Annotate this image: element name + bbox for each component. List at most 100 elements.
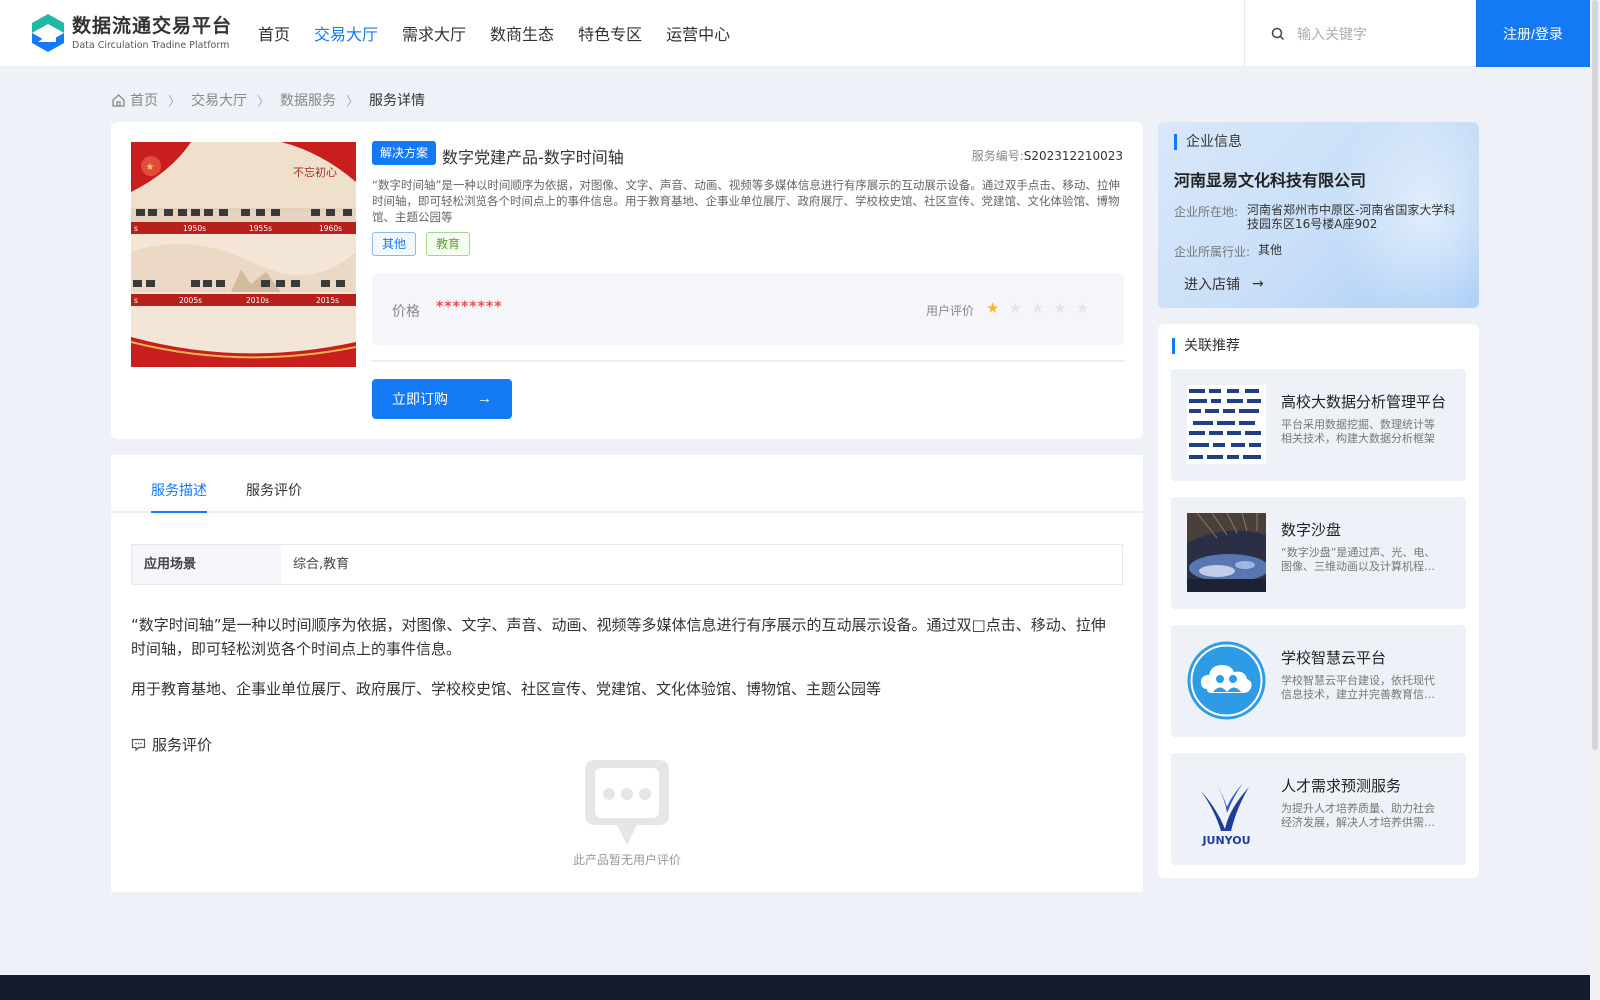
svg-text:s: s [134, 296, 138, 305]
recommend-item-name: 学校智慧云平台 [1281, 649, 1387, 667]
empty-comment-icon [585, 760, 669, 845]
detail-tabs: 服务描述 服务评价 [111, 455, 1143, 513]
brand-logo-icon [32, 14, 64, 52]
brand-name-en: Data Circulation Tradine Platform [72, 39, 230, 51]
brand-logo[interactable]: 数据流通交易平台 Data Circulation Tradine Platfo… [30, 14, 232, 52]
product-summary-card: ★ 不忘初心 s 1950s 1955s 1960s s 2005s 2010s… [111, 122, 1143, 439]
breadcrumb-home[interactable]: 首页 [130, 90, 158, 110]
recommend-item[interactable]: 学校智慧云平台 学校智慧云平台建设，依托现代信息技术，建立并完善教育信息化 [1171, 625, 1466, 737]
page-scrollbar[interactable] [1590, 0, 1600, 1000]
rating-stars: ★ ★ ★ ★ ★ [986, 299, 1089, 317]
enter-shop-label: 进入店铺 [1184, 277, 1240, 293]
service-detail-panel: 服务描述 服务评价 应用场景 综合,教育 “数字时间轴”是一种以时间顺序为依据，… [111, 455, 1143, 892]
svg-text:s: s [134, 224, 138, 233]
company-location-value: 河南省郑州市中原区-河南省国家大学科技园东区16号楼A座902 [1247, 203, 1456, 231]
recommend-item-desc: 为提升人才培养质量、助力社会经济发展，解决人才培养供需问题 [1281, 802, 1435, 829]
rating-label: 用户评价 [926, 304, 975, 318]
search-input[interactable] [1297, 25, 1467, 42]
price-value: ******** [436, 299, 503, 315]
recommend-item-name: 数字沙盘 [1281, 521, 1342, 539]
breadcrumb-data-service[interactable]: 数据服务 [280, 90, 336, 110]
company-location-label: 企业所在地: [1174, 205, 1239, 219]
company-section-title: 企业信息 [1174, 134, 1242, 150]
svg-text:2015s: 2015s [316, 296, 339, 305]
junyou-logo-text: JUNYOU [1201, 834, 1250, 847]
tag-education[interactable]: 教育 [426, 232, 471, 256]
breadcrumb: 首页 〉 交易大厅 〉 数据服务 〉 服务详情 [111, 90, 425, 110]
service-number-value: S202312210023 [1023, 149, 1123, 163]
description-paragraph-1: “数字时间轴”是一种以时间顺序为依据，对图像、文字、声音、动画、视频等多媒体信息… [131, 616, 1106, 658]
scene-label: 应用场景 [132, 545, 281, 584]
no-evaluation-text: 此产品暂无用户评价 [572, 853, 681, 867]
chevron-right-icon: 〉 [257, 94, 271, 110]
login-register-button[interactable]: 注册/登录 [1476, 0, 1590, 67]
svg-text:2010s: 2010s [246, 296, 269, 305]
arrow-right-icon: → [477, 390, 492, 407]
chevron-right-icon: 〉 [346, 94, 360, 110]
tab-service-description[interactable]: 服务描述 [151, 480, 207, 500]
nav-ecosystem[interactable]: 数商生态 [490, 0, 554, 67]
evaluation-heading-label: 服务评价 [152, 736, 213, 754]
solution-badge: 解决方案 [372, 141, 437, 165]
svg-text:★: ★ [146, 162, 155, 173]
description-paragraph-2: 用于教育基地、企事业单位展厅、政府展厅、学校校史馆、社区宣传、党建馆、文化体验馆… [131, 680, 882, 698]
nav-home[interactable]: 首页 [258, 0, 290, 67]
diagram-thumbnail-icon [1187, 385, 1266, 464]
nav-trading-hall[interactable]: 交易大厅 [314, 0, 378, 67]
main-nav: 首页 交易大厅 需求大厅 数商生态 特色专区 运营中心 [258, 0, 754, 67]
product-description: “数字时间轴”是一种以时间顺序为依据，对图像、文字、声音、动画、视频等多媒体信息… [372, 178, 1120, 224]
breadcrumb-trading-hall[interactable]: 交易大厅 [191, 90, 247, 110]
tag-other[interactable]: 其他 [372, 232, 417, 256]
recommend-item[interactable]: 数字沙盘 “数字沙盘”是通过声、光、电、图像、三维动画以及计算机程控技术 [1171, 497, 1466, 609]
recommend-item[interactable]: 高校大数据分析管理平台 平台采用数据挖掘、数理统计等相关技术，构建大数据分析框架 [1171, 369, 1466, 481]
recommend-section-title: 关联推荐 [1172, 338, 1240, 354]
application-scene-table: 应用场景 综合,教育 [131, 544, 1123, 585]
product-image: ★ 不忘初心 s 1950s 1955s 1960s s 2005s 2010s… [131, 142, 356, 367]
svg-text:1950s: 1950s [183, 224, 206, 233]
recommend-item-desc: 平台采用数据挖掘、数理统计等相关技术，构建大数据分析框架 [1281, 418, 1435, 445]
divider [372, 360, 1124, 362]
star-icon: ★ [1030, 299, 1045, 317]
related-recommendations: 关联推荐 高校大数据分析管理平台 平台采用数据挖掘、数理统计等相关技术，构建大数… [1158, 324, 1479, 878]
active-tab-indicator [151, 511, 207, 513]
top-header: 数据流通交易平台 Data Circulation Tradine Platfo… [0, 0, 1600, 67]
service-number-label: 服务编号: [971, 149, 1024, 163]
company-industry-value: 其他 [1258, 243, 1283, 257]
timeline-top: s 1950s 1955s 1960s [131, 208, 356, 234]
enter-shop-link[interactable]: 进入店铺 → [1184, 274, 1264, 294]
nav-operations[interactable]: 运营中心 [666, 0, 730, 67]
recommend-item-desc: “数字沙盘”是通过声、光、电、图像、三维动画以及计算机程控技术 [1281, 546, 1436, 573]
recommend-item-name: 人才需求预测服务 [1281, 777, 1402, 795]
company-name: 河南显易文化科技有限公司 [1174, 171, 1367, 190]
recommend-item[interactable]: JUNYOU 人才需求预测服务 为提升人才培养质量、助力社会经济发展，解决人才培… [1171, 753, 1466, 865]
junyou-logo-icon: JUNYOU [1187, 769, 1266, 848]
nav-featured-zone[interactable]: 特色专区 [578, 0, 642, 67]
product-title: 数字党建产品-数字时间轴 [442, 148, 624, 167]
home-icon[interactable] [111, 93, 126, 108]
product-tags: 其他 教育 [372, 232, 471, 256]
search-icon[interactable] [1271, 27, 1285, 41]
svg-text:2005s: 2005s [179, 296, 202, 305]
order-now-button[interactable]: 立即订购 → [372, 379, 512, 419]
star-icon: ★ [1008, 299, 1022, 317]
price-label: 价格 [392, 304, 420, 320]
arrow-right-icon: → [1252, 276, 1264, 292]
comment-icon [131, 738, 146, 752]
nav-demand-hall[interactable]: 需求大厅 [402, 0, 466, 67]
scrollbar-thumb[interactable] [1592, 0, 1598, 750]
company-info-card: 企业信息 河南显易文化科技有限公司 企业所在地: 河南省郑州市中原区-河南省国家… [1158, 122, 1479, 308]
company-industry-label: 企业所属行业: [1174, 245, 1251, 259]
svg-text:1960s: 1960s [319, 224, 342, 233]
star-icon: ★ [1053, 299, 1067, 317]
page-footer [0, 975, 1590, 1000]
sandbox-photo-icon [1187, 513, 1266, 592]
recommend-item-desc: 学校智慧云平台建设，依托现代信息技术，建立并完善教育信息化 [1281, 674, 1435, 701]
cloud-people-logo-icon [1187, 641, 1266, 720]
star-icon: ★ [1075, 299, 1090, 317]
evaluation-heading: 服务评价 [131, 734, 212, 755]
company-industry-row: 企业所属行业: 其他 [1174, 243, 1476, 260]
tab-service-evaluation[interactable]: 服务评价 [246, 480, 302, 500]
company-location-row: 企业所在地: 河南省郑州市中原区-河南省国家大学科技园东区16号楼A座902 [1174, 203, 1465, 231]
chevron-right-icon: 〉 [168, 94, 182, 110]
star-icon: ★ [986, 299, 1000, 317]
